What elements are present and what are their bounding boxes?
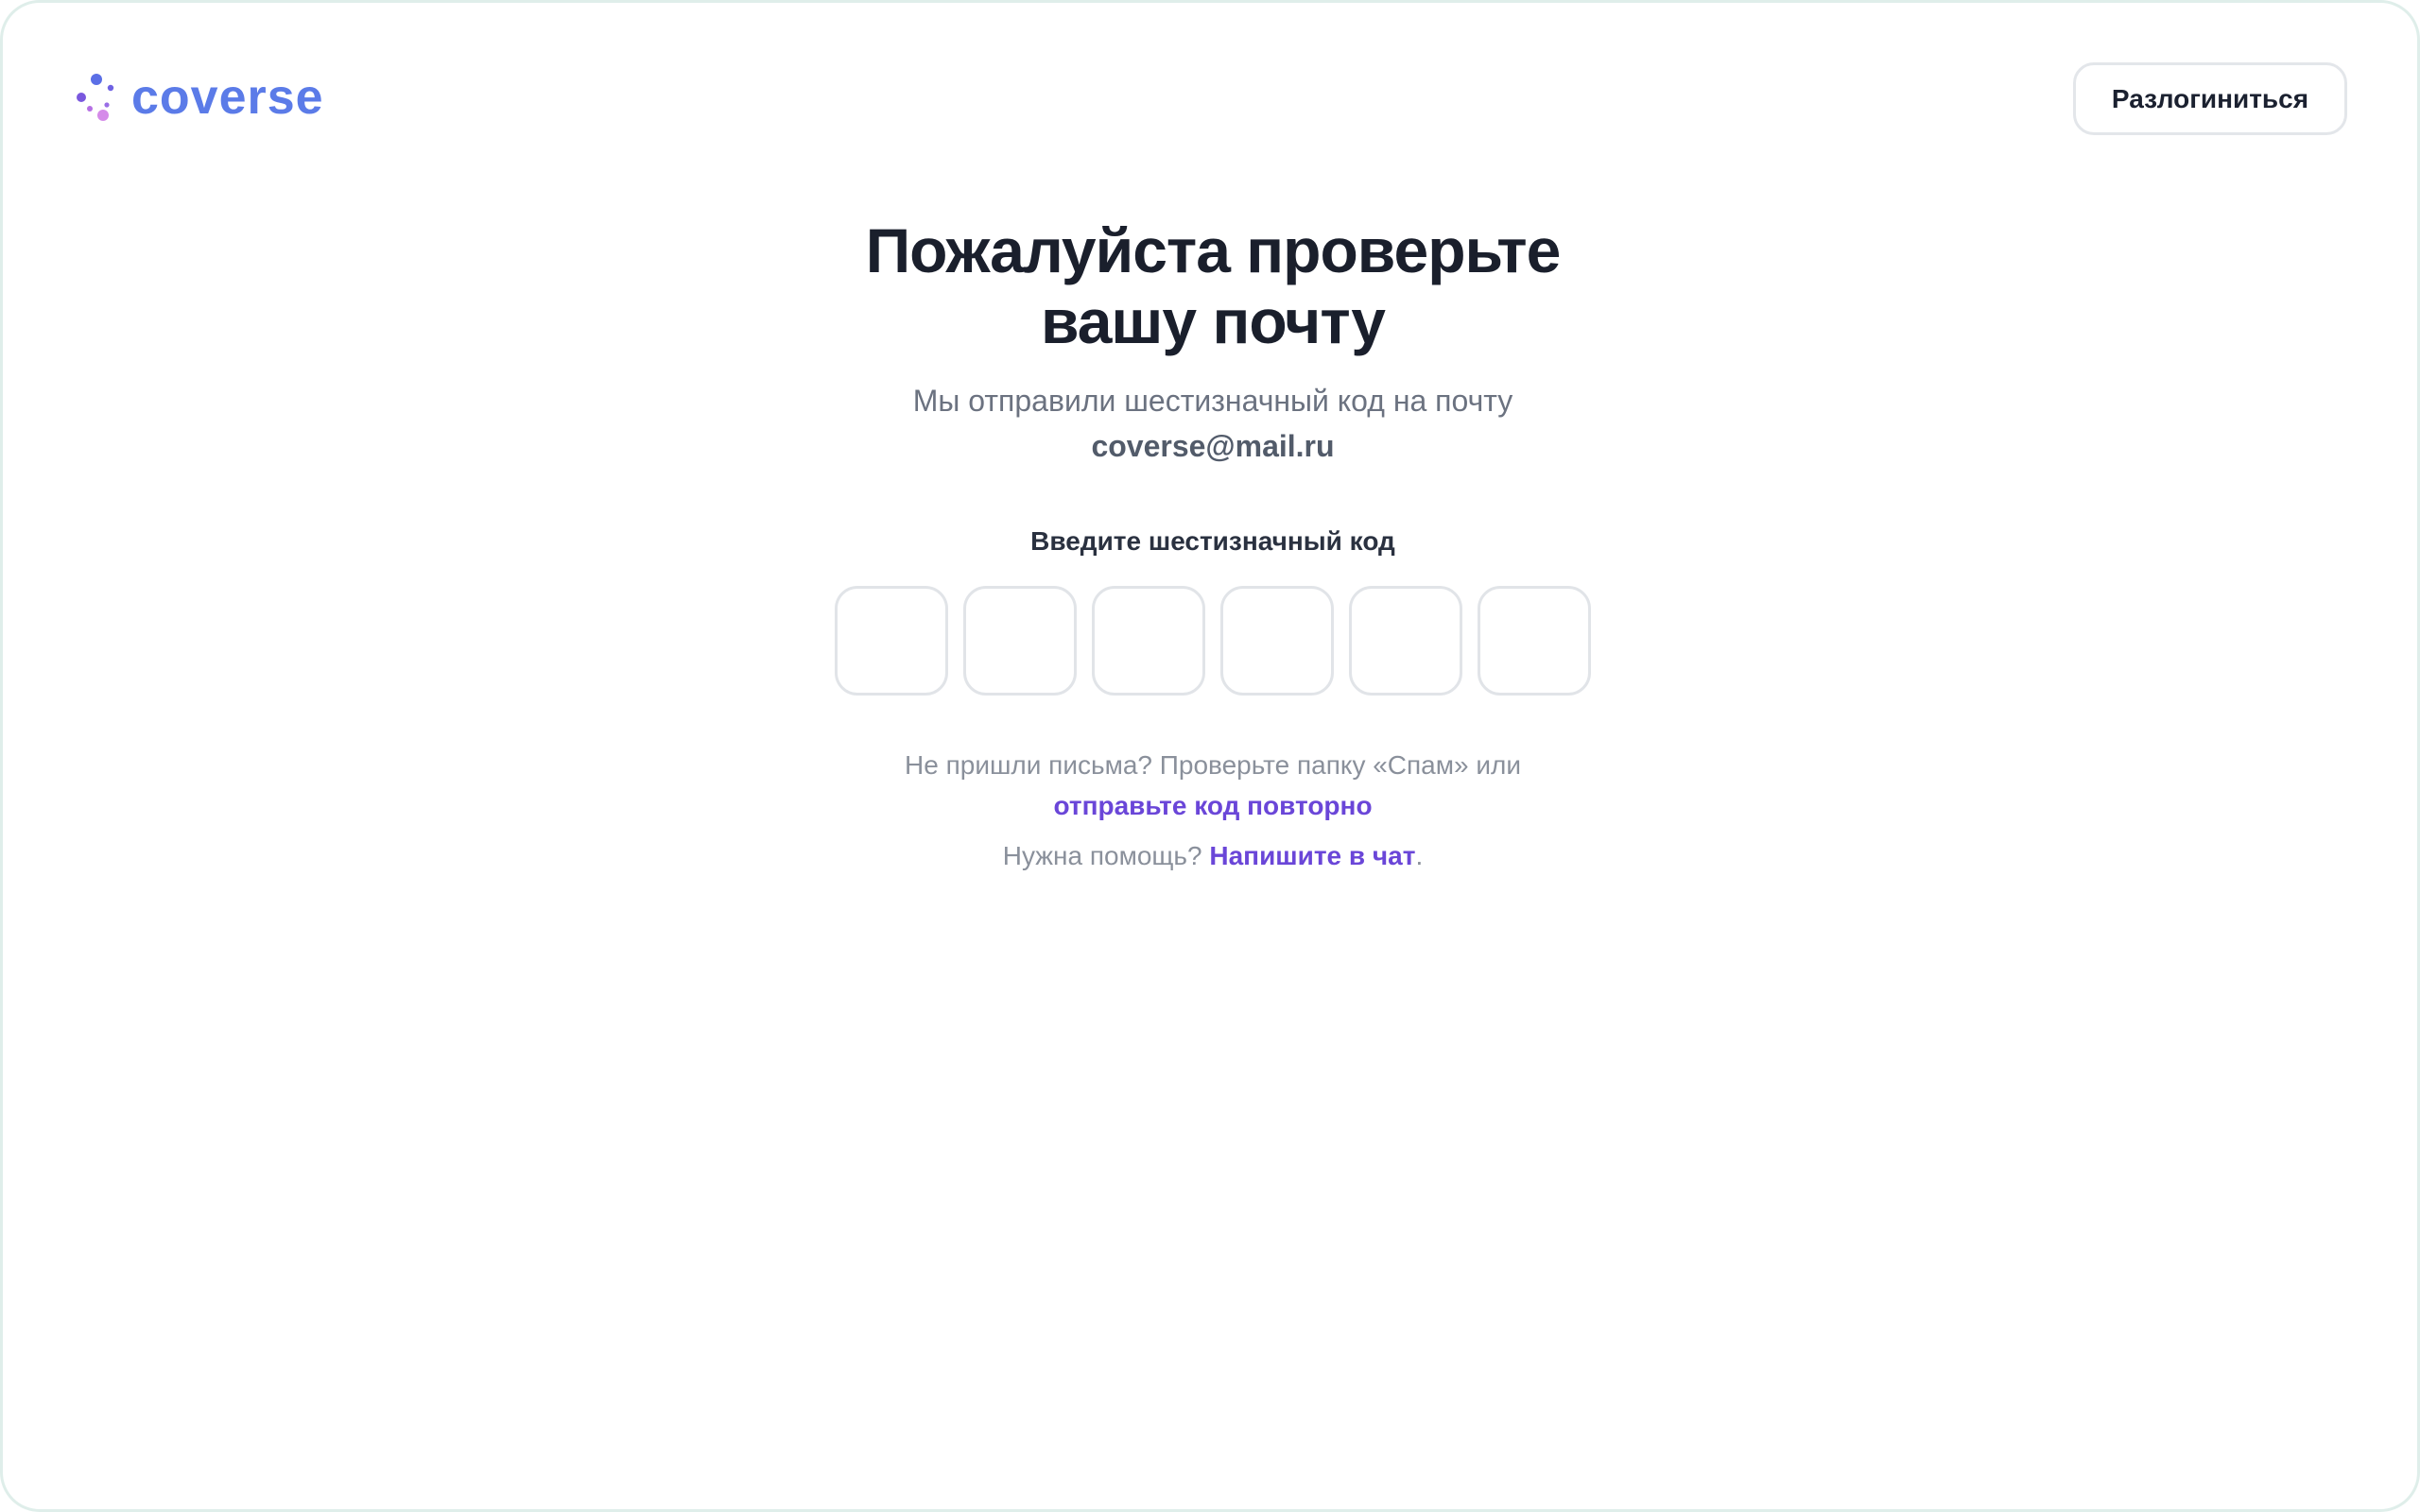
page-title: Пожалуйста проверьте вашу почту	[787, 215, 1638, 357]
subtitle-text: Мы отправили шестизначный код на почту	[912, 384, 1513, 418]
code-digit-6[interactable]	[1478, 586, 1591, 696]
help-text: Нужна помощь?	[1002, 841, 1202, 870]
help-hint: Нужна помощь? Напишите в чат.	[1003, 837, 1423, 875]
code-digit-4[interactable]	[1220, 586, 1334, 696]
resend-text: Не пришли письма? Проверьте папку «Спам»…	[905, 750, 1521, 780]
app-window: coverse Разлогиниться Пожалуйста проверь…	[0, 0, 2420, 1512]
logout-button[interactable]: Разлогиниться	[2073, 62, 2347, 135]
resend-hint: Не пришли письма? Проверьте папку «Спам»…	[905, 745, 1521, 826]
code-label: Введите шестизначный код	[1030, 526, 1395, 556]
brand-logo[interactable]: coverse	[75, 73, 324, 122]
dotted-circle-logo-icon	[77, 74, 114, 121]
chat-support-link[interactable]: Напишите в чат	[1209, 841, 1415, 870]
help-suffix: .	[1415, 841, 1424, 870]
code-digit-5[interactable]	[1349, 586, 1462, 696]
title-line-2: вашу почту	[1041, 286, 1386, 356]
code-digit-1[interactable]	[835, 586, 948, 696]
verify-email-panel: Пожалуйста проверьте вашу почту Мы отпра…	[3, 215, 2417, 875]
email-address: coverse@mail.ru	[1091, 429, 1335, 463]
resend-code-link[interactable]: отправьте код повторно	[1053, 791, 1372, 820]
brand-name: coverse	[131, 70, 324, 125]
title-line-1: Пожалуйста проверьте	[865, 215, 1562, 285]
code-digit-2[interactable]	[963, 586, 1077, 696]
subtitle: Мы отправили шестизначный код на почту c…	[910, 378, 1515, 469]
code-digit-3[interactable]	[1092, 586, 1205, 696]
code-input-group	[835, 586, 1591, 696]
